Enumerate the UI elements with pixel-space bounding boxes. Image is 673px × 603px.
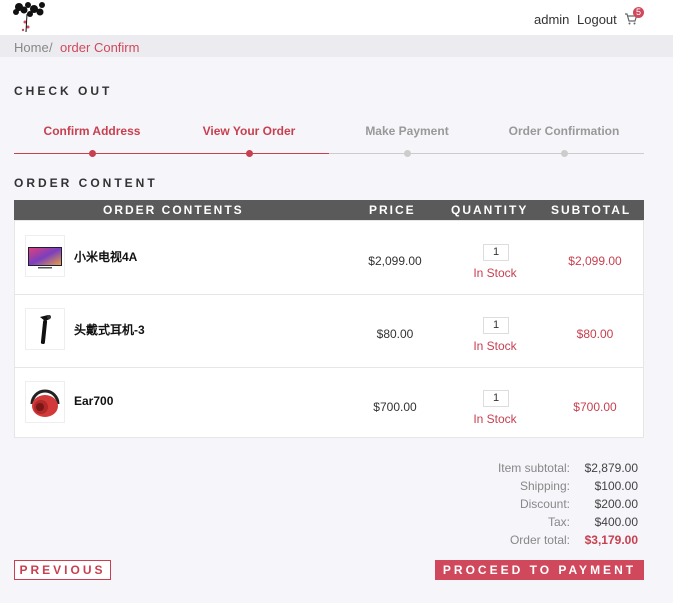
order-content-title: ORDER CONTENT <box>14 176 158 190</box>
product-thumbnail[interactable] <box>25 308 65 350</box>
checkout-title: CHECK OUT <box>14 84 113 98</box>
headphones-icon <box>30 389 60 417</box>
quantity-input[interactable] <box>483 317 509 334</box>
summary-shipping: Shipping: $100.00 <box>420 479 638 497</box>
product-name[interactable]: 小米电视4A <box>74 248 137 265</box>
table-row: Ear700 $700.00 In Stock $700.00 <box>15 367 643 440</box>
summary-order-total: Order total: $3,179.00 <box>420 533 638 551</box>
quantity-input[interactable] <box>483 244 509 261</box>
order-table: 小米电视4A $2,099.00 In Stock $2,099.00 头戴式耳… <box>14 220 644 438</box>
step-make-payment[interactable]: Make Payment <box>332 124 482 138</box>
summary-tax: Tax: $400.00 <box>420 515 638 533</box>
top-header: admin Logout 5 <box>0 0 673 35</box>
step-confirm-address[interactable]: Confirm Address <box>17 124 167 138</box>
discount-value: $200.00 <box>594 497 638 511</box>
earpiece-icon <box>40 315 51 344</box>
product-name[interactable]: 头戴式耳机-3 <box>74 321 145 338</box>
order-total-value: $3,179.00 <box>584 533 638 547</box>
header-price: PRICE <box>369 203 416 217</box>
step-dot-1 <box>89 150 96 157</box>
stock-status: In Stock <box>473 266 517 280</box>
step-dot-3 <box>404 150 411 157</box>
tax-label: Tax: <box>547 515 570 529</box>
summary-item-subtotal: Item subtotal: $2,879.00 <box>420 461 638 479</box>
item-subtotal-label: Item subtotal: <box>497 461 570 475</box>
product-price: $700.00 <box>373 400 417 414</box>
step-progress-line-inactive <box>329 153 644 154</box>
product-price: $2,099.00 <box>368 254 422 268</box>
tv-icon <box>28 247 62 269</box>
header-subtotal: SUBTOTAL <box>551 203 632 217</box>
quantity-input[interactable] <box>483 390 509 407</box>
breadcrumb-separator: / <box>49 40 53 55</box>
previous-button[interactable]: PREVIOUS <box>14 560 111 580</box>
user-name[interactable]: admin <box>534 12 569 27</box>
proceed-to-payment-button[interactable]: PROCEED TO PAYMENT <box>435 560 644 580</box>
stock-status: In Stock <box>473 412 517 426</box>
table-row: 小米电视4A $2,099.00 In Stock $2,099.00 <box>15 221 643 295</box>
cart-button[interactable]: 5 <box>624 7 646 28</box>
stock-status: In Stock <box>473 339 517 353</box>
product-name[interactable]: Ear700 <box>74 394 113 408</box>
product-subtotal: $2,099.00 <box>568 254 622 268</box>
tax-value: $400.00 <box>594 515 638 529</box>
product-subtotal: $80.00 <box>576 327 614 341</box>
summary-discount: Discount: $200.00 <box>420 497 638 515</box>
order-table-header: ORDER CONTENTS PRICE QUANTITY SUBTOTAL <box>14 200 644 220</box>
product-price: $80.00 <box>376 327 414 341</box>
product-subtotal: $700.00 <box>573 400 617 414</box>
step-progress-line-active <box>14 153 329 154</box>
breadcrumb-current: order Confirm <box>60 40 140 55</box>
shipping-label: Shipping: <box>519 479 570 493</box>
header-order-contents: ORDER CONTENTS <box>103 203 244 217</box>
step-dot-4 <box>561 150 568 157</box>
product-thumbnail[interactable] <box>25 235 65 277</box>
discount-label: Discount: <box>519 497 570 511</box>
cart-count-badge: 5 <box>633 7 644 18</box>
flower-logo-icon[interactable] <box>10 0 48 34</box>
checkout-steps: Confirm Address View Your Order Make Pay… <box>14 118 644 160</box>
step-view-order[interactable]: View Your Order <box>174 124 324 138</box>
product-thumbnail[interactable] <box>25 381 65 423</box>
item-subtotal-value: $2,879.00 <box>584 461 638 475</box>
breadcrumb-home-link[interactable]: Home <box>14 40 49 55</box>
step-order-confirmation[interactable]: Order Confirmation <box>489 124 639 138</box>
step-dot-2 <box>246 150 253 157</box>
header-quantity: QUANTITY <box>451 203 529 217</box>
shipping-value: $100.00 <box>594 479 638 493</box>
order-total-label: Order total: <box>509 533 570 547</box>
table-row: 头戴式耳机-3 $80.00 In Stock $80.00 <box>15 294 643 368</box>
logout-link[interactable]: Logout <box>577 12 617 27</box>
